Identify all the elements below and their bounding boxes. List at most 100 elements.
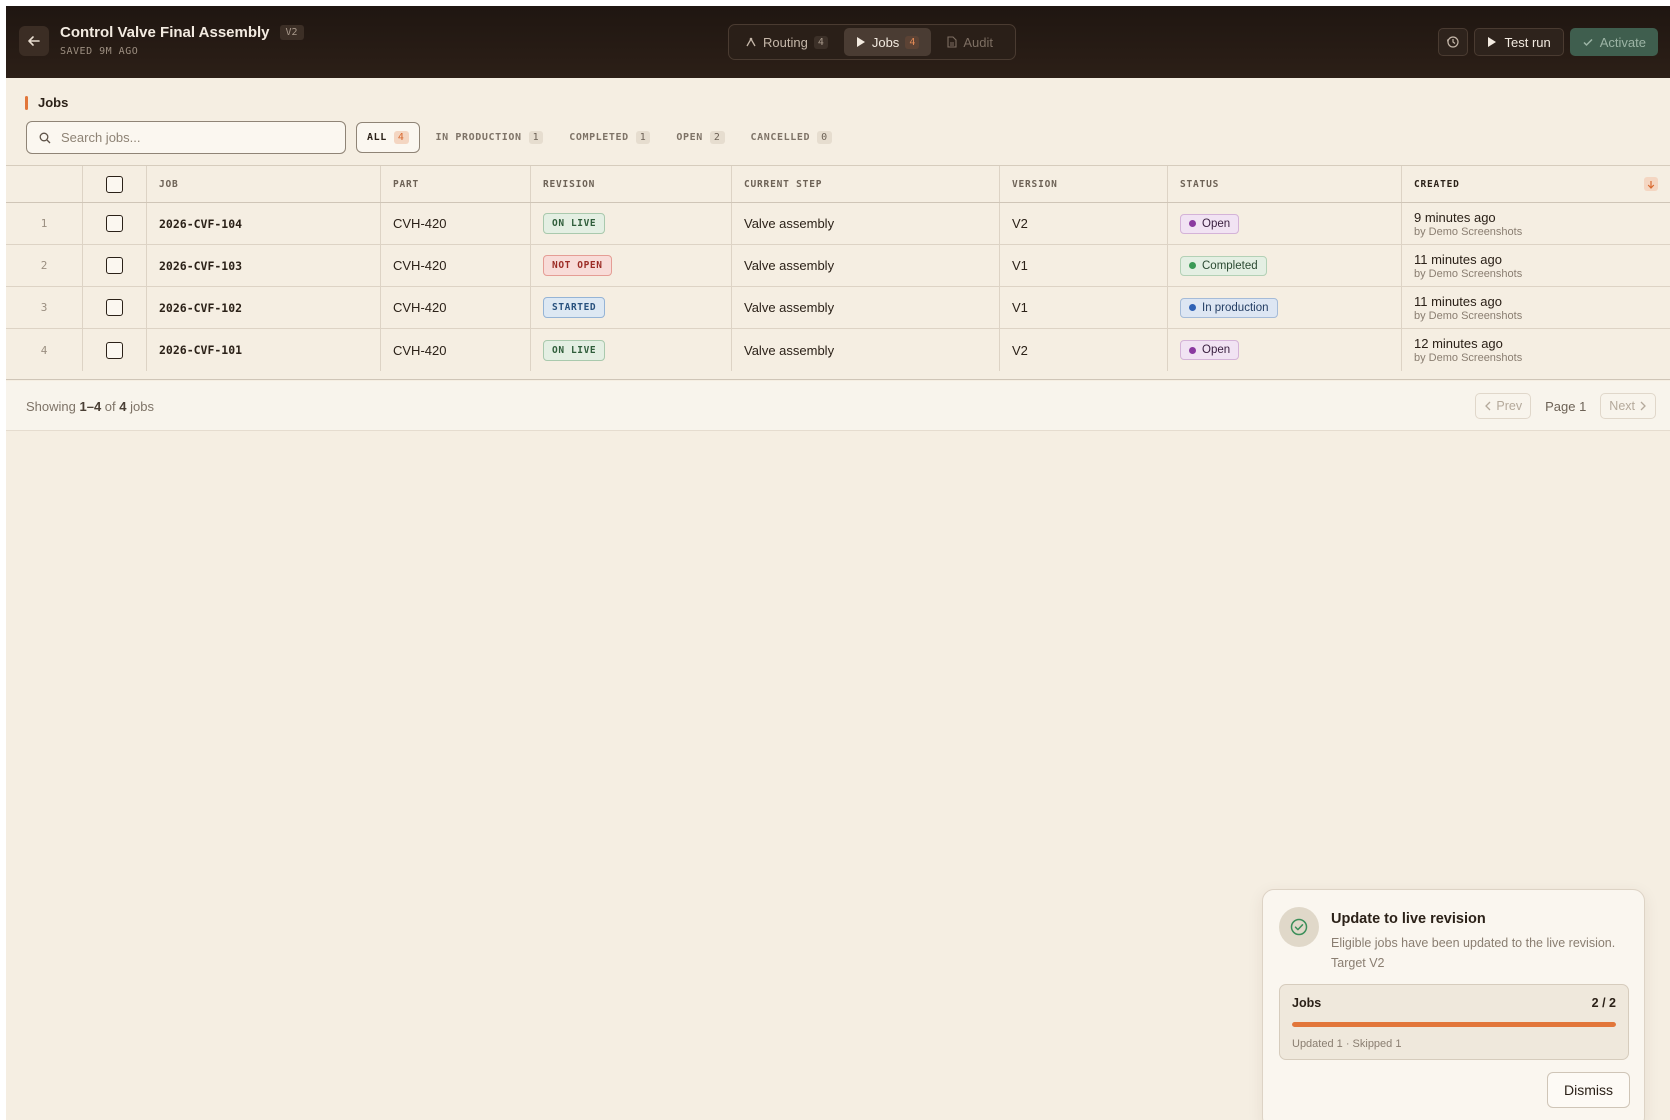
table-row[interactable]: 3 2026-CVF-102 CVH-420 STARTED Valve ass… bbox=[6, 287, 1670, 329]
arrow-left-icon bbox=[28, 36, 40, 46]
progress-count: 2 / 2 bbox=[1591, 996, 1616, 1010]
revision-cell: ON LIVE bbox=[531, 203, 732, 244]
row-number: 4 bbox=[6, 329, 83, 371]
filter-all[interactable]: ALL 4 bbox=[356, 122, 420, 153]
created-cell: 11 minutes ago by Demo Screenshots bbox=[1402, 245, 1670, 286]
row-select-cell bbox=[83, 245, 147, 286]
document-icon bbox=[947, 36, 957, 48]
revision-badge: ON LIVE bbox=[543, 213, 606, 234]
progress-card: Jobs 2 / 2 Updated 1 · Skipped 1 bbox=[1279, 984, 1629, 1060]
current-step: Valve assembly bbox=[732, 203, 1000, 244]
row-checkbox[interactable] bbox=[106, 299, 123, 316]
status-dot bbox=[1189, 304, 1196, 311]
status-cell: Open bbox=[1168, 329, 1402, 371]
job-id[interactable]: 2026-CVF-103 bbox=[147, 245, 381, 286]
toast-description: Eligible jobs have been updated to the l… bbox=[1331, 936, 1616, 970]
history-icon bbox=[1446, 36, 1459, 48]
status-cell: In production bbox=[1168, 287, 1402, 328]
filter-completed-label: COMPLETED bbox=[569, 132, 629, 143]
tab-routing-count: 4 bbox=[813, 35, 828, 49]
routing-icon bbox=[746, 37, 756, 47]
column-header-part[interactable]: PART bbox=[381, 166, 531, 202]
column-header-created[interactable]: CREATED bbox=[1402, 166, 1670, 202]
filter-completed-count: 1 bbox=[635, 131, 651, 144]
column-header-version[interactable]: VERSION bbox=[1000, 166, 1168, 202]
jobs-table: JOB PART REVISION CURRENT STEP VERSION S… bbox=[6, 165, 1670, 380]
select-all-checkbox[interactable] bbox=[106, 175, 123, 193]
column-header-job[interactable]: JOB bbox=[147, 166, 381, 202]
version: V2 bbox=[1000, 329, 1168, 371]
version-badge: V2 bbox=[279, 25, 304, 40]
row-checkbox[interactable] bbox=[106, 215, 123, 232]
header-select-cell bbox=[83, 166, 147, 202]
progress-track bbox=[1292, 1022, 1616, 1027]
accent-bar bbox=[25, 95, 28, 110]
activate-button[interactable]: Activate bbox=[1569, 28, 1658, 56]
section-heading: Jobs bbox=[25, 95, 68, 110]
created-by: by Demo Screenshots bbox=[1414, 352, 1523, 364]
filter-in-production[interactable]: IN PRODUCTION 1 bbox=[426, 122, 554, 153]
filter-open-count: 2 bbox=[709, 131, 725, 144]
table-row[interactable]: 2 2026-CVF-103 CVH-420 NOT OPEN Valve as… bbox=[6, 245, 1670, 287]
prev-page-button[interactable]: Prev bbox=[1475, 393, 1532, 419]
current-step: Valve assembly bbox=[732, 245, 1000, 286]
next-label: Next bbox=[1609, 399, 1635, 413]
status-label: Open bbox=[1202, 217, 1231, 230]
column-header-created-label: CREATED bbox=[1414, 178, 1460, 190]
back-button[interactable] bbox=[19, 26, 49, 56]
progress-stats: Updated 1 · Skipped 1 bbox=[1292, 1038, 1402, 1050]
filter-cancelled-count: 0 bbox=[817, 131, 832, 144]
search-input[interactable] bbox=[61, 130, 321, 145]
version: V1 bbox=[1000, 287, 1168, 328]
created-time: 9 minutes ago bbox=[1414, 209, 1496, 225]
sort-desc-icon[interactable] bbox=[1644, 177, 1658, 191]
column-header-current-step[interactable]: CURRENT STEP bbox=[732, 166, 1000, 202]
created-time: 11 minutes ago bbox=[1414, 251, 1502, 267]
created-cell: 9 minutes ago by Demo Screenshots bbox=[1402, 203, 1670, 244]
app-window: Control Valve Final Assembly V2 SAVED 9M… bbox=[6, 6, 1670, 1120]
column-header-revision[interactable]: REVISION bbox=[531, 166, 732, 202]
tab-jobs[interactable]: Jobs 4 bbox=[843, 28, 932, 56]
table-header-row: JOB PART REVISION CURRENT STEP VERSION S… bbox=[6, 166, 1670, 203]
tab-audit[interactable]: Audit bbox=[935, 28, 1005, 56]
filter-open[interactable]: OPEN 2 bbox=[666, 122, 734, 153]
job-id[interactable]: 2026-CVF-104 bbox=[147, 203, 381, 244]
filter-completed[interactable]: COMPLETED 1 bbox=[559, 122, 660, 153]
history-button[interactable] bbox=[1437, 28, 1468, 56]
created-cell: 11 minutes ago by Demo Screenshots bbox=[1402, 287, 1670, 328]
tab-routing-label: Routing bbox=[763, 34, 808, 50]
row-number: 3 bbox=[6, 287, 83, 328]
tab-jobs-count: 4 bbox=[905, 35, 920, 49]
row-checkbox[interactable] bbox=[106, 257, 123, 274]
prev-label: Prev bbox=[1496, 399, 1523, 413]
dismiss-button[interactable]: Dismiss bbox=[1547, 1072, 1630, 1108]
page-title: Control Valve Final Assembly bbox=[60, 24, 270, 41]
job-id[interactable]: 2026-CVF-101 bbox=[147, 329, 381, 371]
search-box bbox=[26, 121, 346, 154]
showing-suffix: jobs bbox=[126, 399, 154, 414]
check-icon bbox=[1583, 38, 1593, 47]
created-cell: 12 minutes ago by Demo Screenshots bbox=[1402, 329, 1670, 371]
table-row[interactable]: 1 2026-CVF-104 CVH-420 ON LIVE Valve ass… bbox=[6, 203, 1670, 245]
status-label: Completed bbox=[1202, 259, 1258, 272]
showing-summary: Showing 1–4 of 4 jobs bbox=[26, 399, 154, 414]
status-cell: Open bbox=[1168, 203, 1402, 244]
status-label: Open bbox=[1202, 344, 1231, 356]
header-actions: Test run Activate bbox=[1437, 28, 1658, 56]
row-checkbox[interactable] bbox=[106, 341, 123, 359]
test-run-button[interactable]: Test run bbox=[1473, 28, 1564, 56]
progress-fill bbox=[1292, 1022, 1616, 1027]
row-select-cell bbox=[83, 203, 147, 244]
created-time: 11 minutes ago bbox=[1414, 293, 1502, 309]
next-page-button[interactable]: Next bbox=[1600, 393, 1656, 419]
column-header-status[interactable]: STATUS bbox=[1168, 166, 1402, 202]
filter-in-production-count: 1 bbox=[528, 131, 544, 144]
play-icon bbox=[856, 37, 865, 47]
job-id[interactable]: 2026-CVF-102 bbox=[147, 287, 381, 328]
filter-cancelled[interactable]: CANCELLED 0 bbox=[741, 122, 842, 153]
tab-routing[interactable]: Routing 4 bbox=[733, 28, 840, 56]
row-select-cell bbox=[83, 287, 147, 328]
current-step: Valve assembly bbox=[732, 287, 1000, 328]
table-row[interactable]: 4 2026-CVF-101 CVH-420 ON LIVE Valve ass… bbox=[6, 329, 1670, 371]
status-dot bbox=[1189, 346, 1196, 354]
